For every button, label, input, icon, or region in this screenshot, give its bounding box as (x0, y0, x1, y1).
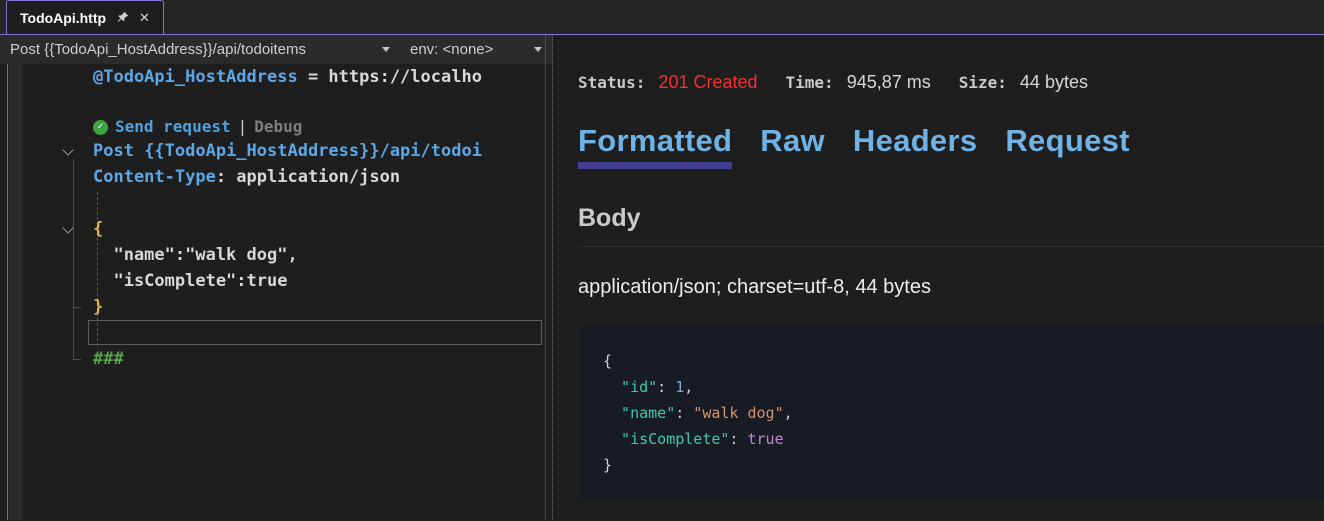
body-section-heading: Body (578, 204, 1324, 233)
debug-link[interactable]: Debug (254, 116, 302, 138)
editor-line-separator: ### (0, 346, 544, 372)
json-line-id: "id": 1, (603, 374, 1324, 400)
json-line-name: "name": "walk dog", (603, 400, 1324, 426)
http-file-editor[interactable]: @TodoApi_HostAddress = https://localho ✓… (0, 64, 544, 520)
editor-line-request: Post {{TodoApi_HostAddress}}/api/todoi (0, 138, 544, 164)
response-json-body: { "id": 1, "name": "walk dog", "isComple… (578, 325, 1324, 500)
status-code-value: 201 Created (658, 72, 757, 93)
tab-request[interactable]: Request (1005, 123, 1129, 159)
code-lens: ✓ Send request | Debug (0, 116, 544, 138)
section-divider (578, 246, 1324, 247)
header-value: : application/json (216, 167, 400, 187)
json-line-close: } (603, 452, 1324, 478)
variable-value: = https://localho (298, 67, 482, 87)
json-line-iscomplete: "isComplete": true (603, 426, 1324, 452)
tab-raw[interactable]: Raw (760, 123, 825, 159)
size-value: 44 bytes (1020, 72, 1088, 93)
response-status-row: Status: 201 Created Time: 945,87 ms Size… (578, 35, 1324, 93)
time-value: 945,87 ms (847, 72, 931, 93)
code-lens-divider: | (238, 116, 248, 138)
variable-name: @TodoApi_HostAddress (93, 67, 298, 87)
close-icon[interactable]: ✕ (139, 11, 150, 24)
http-editor-pane: Post {{TodoApi_HostAddress}}/api/todoite… (0, 35, 553, 520)
request-url: {{TodoApi_HostAddress}}/api/todoi (144, 141, 482, 161)
pin-icon[interactable] (116, 11, 129, 24)
chevron-down-icon (382, 47, 390, 52)
status-label: Status: (578, 73, 645, 92)
request-selector-value: Post {{TodoApi_HostAddress}}/api/todoite… (10, 41, 306, 58)
editor-line-blank (0, 190, 544, 216)
editor-line-cursor (0, 320, 544, 346)
editor-line-blank (0, 90, 544, 116)
editor-lines: @TodoApi_HostAddress = https://localho ✓… (0, 64, 544, 520)
editor-line-json-name: "name":"walk dog", (0, 242, 544, 268)
chevron-down-icon (534, 47, 542, 52)
time-label: Time: (786, 73, 834, 92)
environment-selector-dropdown[interactable]: env: <none> (400, 35, 552, 64)
editor-line-json-iscomplete: "isComplete":true (0, 268, 544, 294)
json-line-open: { (603, 348, 1324, 374)
editor-line-brace-open: { (0, 216, 544, 242)
tab-formatted[interactable]: Formatted (578, 123, 732, 159)
tab-bar: TodoApi.http ✕ (0, 0, 1324, 35)
editor-line-brace-close: } (0, 294, 544, 320)
response-tabs: Formatted Raw Headers Request (578, 123, 1324, 159)
tab-title: TodoApi.http (20, 10, 106, 26)
editor-line-header: Content-Type: application/json (0, 164, 544, 190)
content-type-summary: application/json; charset=utf-8, 44 byte… (578, 276, 1324, 299)
check-circle-icon: ✓ (93, 120, 108, 135)
http-method: Post (93, 141, 144, 161)
send-request-link[interactable]: Send request (115, 116, 231, 138)
tab-headers[interactable]: Headers (853, 123, 977, 159)
editor-line-variable: @TodoApi_HostAddress = https://localho (0, 64, 544, 90)
response-panel: Status: 201 Created Time: 945,87 ms Size… (553, 35, 1324, 520)
request-toolbar: Post {{TodoApi_HostAddress}}/api/todoite… (0, 35, 552, 64)
active-tab-underline (578, 162, 732, 169)
tab-todoapi-http[interactable]: TodoApi.http ✕ (6, 0, 164, 34)
size-label: Size: (959, 73, 1007, 92)
environment-selector-value: env: <none> (410, 41, 493, 58)
header-key: Content-Type (93, 167, 216, 187)
request-selector-dropdown[interactable]: Post {{TodoApi_HostAddress}}/api/todoite… (0, 35, 400, 64)
